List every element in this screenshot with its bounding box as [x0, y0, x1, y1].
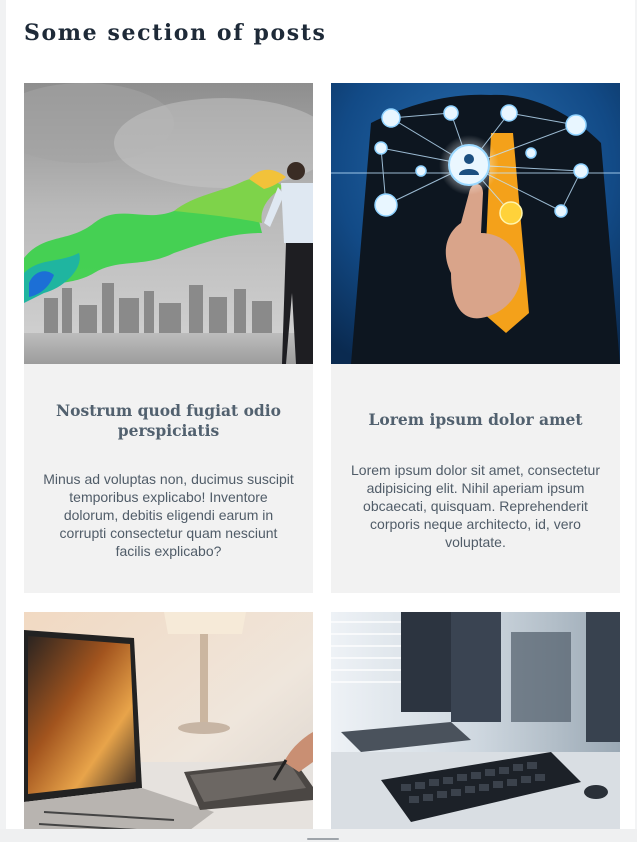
- paint-splash-businessman-image[interactable]: [24, 83, 313, 364]
- left-edge: [0, 0, 6, 842]
- post-card[interactable]: [24, 612, 313, 842]
- post-title[interactable]: Lorem ipsum dolor amet: [347, 410, 604, 430]
- post-card-body: Nostrum quod fugiat odio perspiciatis Mi…: [24, 364, 313, 593]
- post-excerpt: Minus ad voluptas non, ducimus suscipit …: [43, 471, 294, 559]
- post-card[interactable]: [331, 612, 620, 842]
- post-card[interactable]: Nostrum quod fugiat odio perspiciatis Mi…: [24, 83, 313, 593]
- section-title: Some section of posts: [24, 20, 327, 46]
- post-card[interactable]: Lorem ipsum dolor amet Lorem ipsum dolor…: [331, 83, 620, 593]
- page: Some section of posts Nostrum quod fugia…: [0, 0, 637, 842]
- laptop-tablet-desk-image[interactable]: [24, 612, 313, 842]
- drag-handle[interactable]: [307, 838, 339, 840]
- computer-keyboards-image[interactable]: [331, 612, 620, 842]
- post-title[interactable]: Nostrum quod fugiat odio perspiciatis: [40, 401, 297, 441]
- social-network-touch-image[interactable]: [331, 83, 620, 364]
- post-card-body: Lorem ipsum dolor amet Lorem ipsum dolor…: [331, 364, 620, 593]
- post-excerpt: Lorem ipsum dolor sit amet, consectetur …: [351, 462, 600, 550]
- bottom-scroll-bar: [0, 829, 637, 842]
